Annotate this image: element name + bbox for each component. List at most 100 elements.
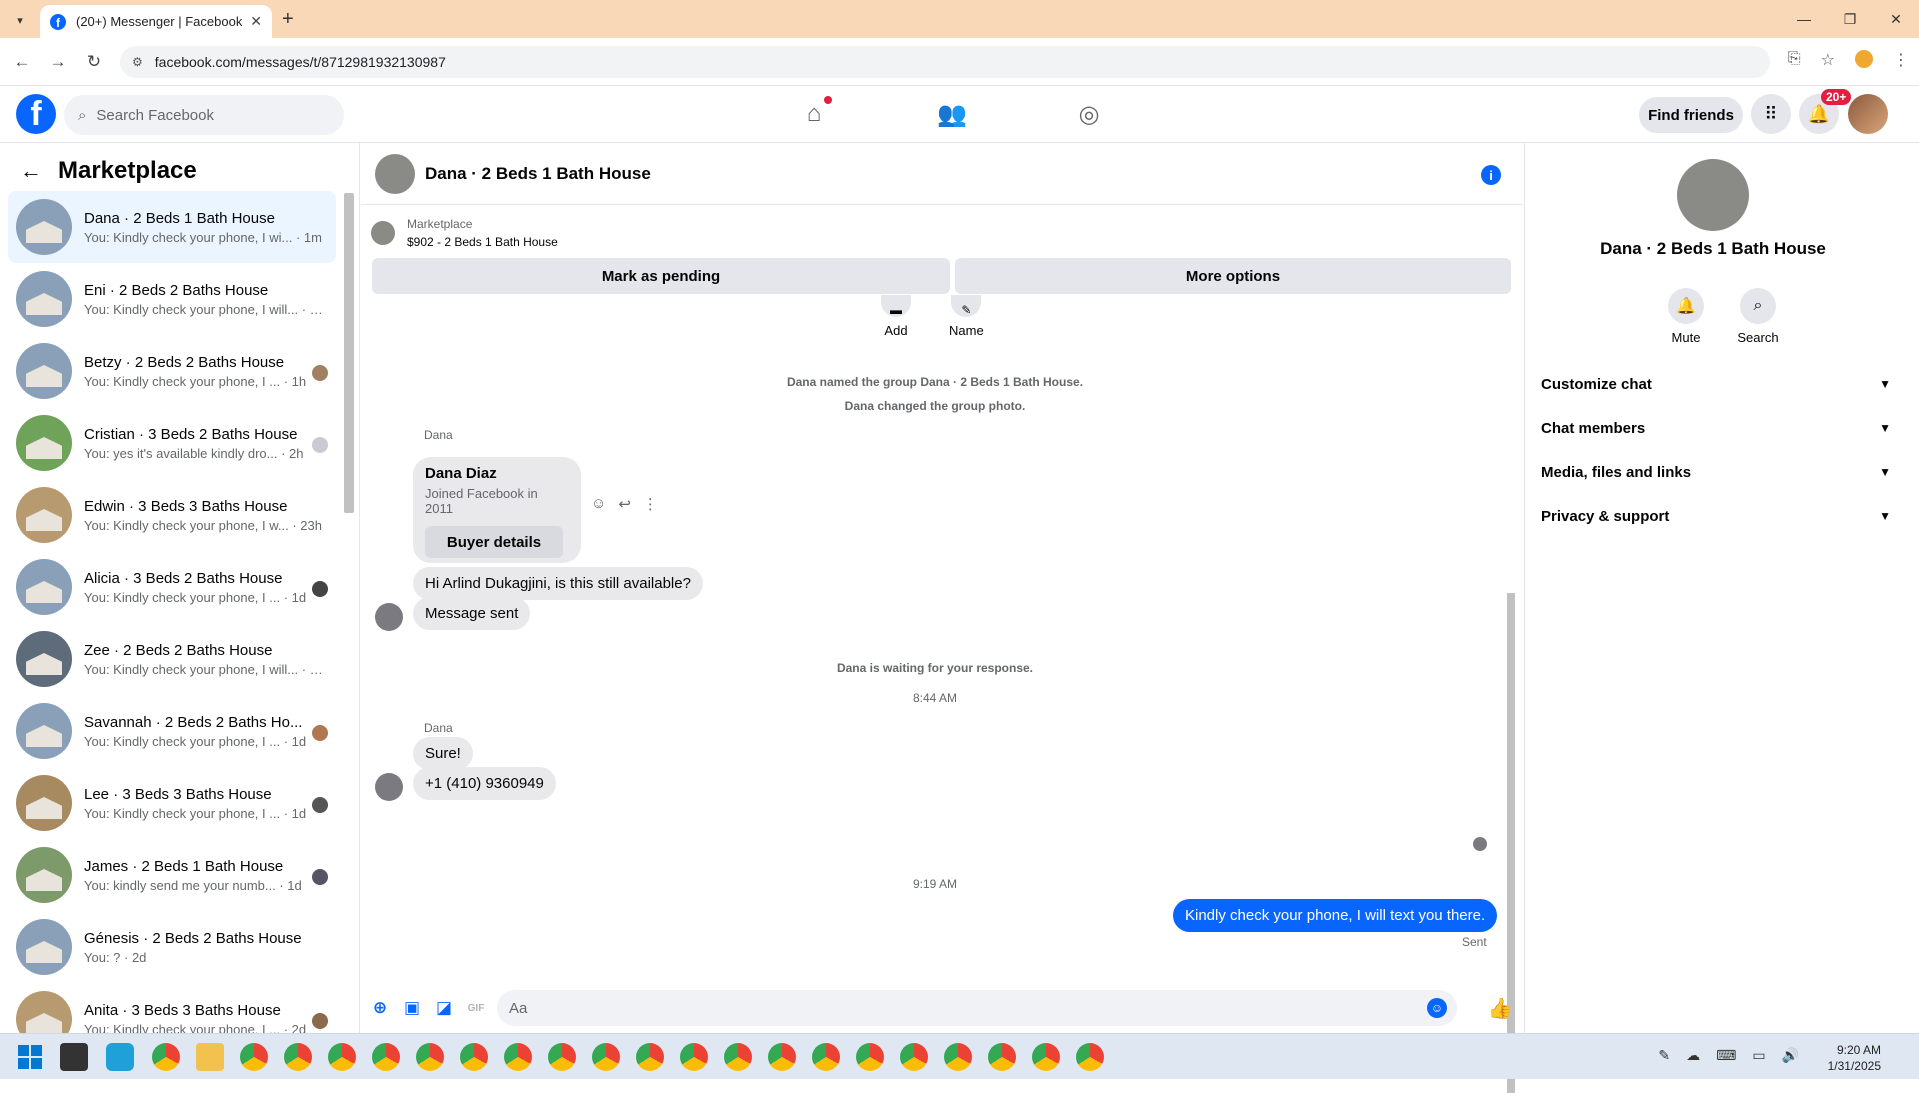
new-tab-button[interactable]: +	[282, 8, 294, 31]
chrome-app-icon[interactable]	[152, 1043, 180, 1071]
browser-profile-icon[interactable]	[1855, 50, 1873, 68]
chrome-app-icon[interactable]	[372, 1043, 400, 1071]
pen-icon[interactable]: ✎	[1658, 1047, 1670, 1064]
chrome-app-icon[interactable]	[460, 1043, 488, 1071]
conversation-item[interactable]: Eni · 2 Beds 2 Baths House You: Kindly ch…	[8, 263, 336, 335]
conversation-list-scrollbar[interactable]	[344, 193, 354, 513]
incoming-message[interactable]: Sure!	[413, 737, 473, 770]
close-tab-icon[interactable]: ✕	[250, 13, 262, 30]
cloud-icon[interactable]: ☁	[1686, 1047, 1700, 1064]
thumbs-up-icon[interactable]: 👍	[1488, 997, 1513, 1020]
plus-circle-icon[interactable]: ⊕	[369, 997, 391, 1019]
edge-app-icon[interactable]	[106, 1043, 134, 1071]
browser-menu-icon[interactable]: ⋮	[1893, 50, 1909, 70]
groups-icon[interactable]: ◎	[1069, 96, 1109, 132]
reload-icon[interactable]: ↻	[76, 52, 112, 72]
info-icon[interactable]: i	[1481, 165, 1501, 185]
find-friends-button[interactable]: Find friends	[1639, 97, 1743, 133]
system-clock[interactable]: 9:20 AM 1/31/2025	[1828, 1042, 1881, 1074]
back-icon[interactable]: ←	[4, 52, 40, 72]
chrome-app-icon[interactable]	[1032, 1043, 1060, 1071]
chrome-app-icon[interactable]	[812, 1043, 840, 1071]
react-emoji-icon[interactable]: ☺	[591, 495, 606, 513]
more-vertical-icon[interactable]: ⋮	[643, 495, 658, 513]
restore-icon[interactable]: ❐	[1827, 0, 1873, 38]
conversation-item[interactable]: James · 2 Beds 1 Bath House You: kindly s…	[8, 839, 336, 911]
conversation-item[interactable]: Zee · 2 Beds 2 Baths House You: Kindly ch…	[8, 623, 336, 695]
incoming-message[interactable]: +1 (410) 9360949	[413, 767, 556, 800]
volume-icon[interactable]: 🔊	[1782, 1047, 1799, 1064]
account-avatar[interactable]	[1848, 94, 1888, 134]
chat-scrollbar[interactable]	[1505, 453, 1515, 1093]
conversation-item[interactable]: Cristian · 3 Beds 2 Baths House You: yes …	[8, 407, 336, 479]
mute-action[interactable]: 🔔 Mute	[1656, 288, 1716, 345]
message-input[interactable]: Aa ☺	[497, 990, 1457, 1026]
tab-list-button[interactable]: ▾	[8, 8, 32, 32]
add-people-action[interactable]: ▬ Add	[881, 295, 911, 338]
chrome-app-icon[interactable]	[1076, 1043, 1104, 1071]
gif-icon[interactable]: GIF	[465, 997, 487, 1019]
outgoing-message[interactable]: Kindly check your phone, I will text you…	[1173, 899, 1498, 932]
menu-grid-icon[interactable]: ⠿	[1751, 94, 1791, 134]
chrome-app-icon[interactable]	[284, 1043, 312, 1071]
media-files-links-section[interactable]: Media, files and links ▼	[1541, 454, 1891, 490]
home-icon[interactable]: ⌂	[794, 96, 834, 132]
chrome-app-icon[interactable]	[328, 1043, 356, 1071]
chrome-app-icon[interactable]	[592, 1043, 620, 1071]
chrome-app-icon[interactable]	[768, 1043, 796, 1071]
chrome-app-icon[interactable]	[548, 1043, 576, 1071]
sender-avatar[interactable]	[375, 603, 403, 631]
chrome-app-icon[interactable]	[636, 1043, 664, 1071]
customize-chat-section[interactable]: Customize chat ▼	[1541, 366, 1891, 402]
install-app-icon[interactable]: ⎘	[1788, 50, 1801, 70]
conversation-item[interactable]: Génesis · 2 Beds 2 Baths House You: ? · 2…	[8, 911, 336, 983]
privacy-support-section[interactable]: Privacy & support ▼	[1541, 498, 1891, 534]
file-explorer-icon[interactable]	[196, 1043, 224, 1071]
conversation-item[interactable]: Alicia · 3 Beds 2 Baths House You: Kindly…	[8, 551, 336, 623]
photo-icon[interactable]: ▣	[401, 997, 423, 1019]
incoming-message[interactable]: Hi Arlind Dukagjini, is this still avail…	[413, 567, 703, 600]
bookmark-star-icon[interactable]: ☆	[1821, 50, 1835, 70]
mark-as-pending-button[interactable]: Mark as pending	[372, 258, 950, 294]
buyer-details-button[interactable]: Buyer details	[425, 526, 563, 558]
name-group-action[interactable]: ✎ Name	[949, 295, 984, 338]
chat-avatar[interactable]	[375, 153, 415, 194]
conversation-item[interactable]: Anita · 3 Beds 3 Baths House You: Kindly …	[8, 983, 336, 1033]
sender-avatar[interactable]	[375, 773, 403, 801]
conversation-item[interactable]: Betzy · 2 Beds 2 Baths House You: Kindly …	[8, 335, 336, 407]
task-view-icon[interactable]	[60, 1043, 88, 1071]
conversation-item[interactable]: Savannah · 2 Beds 2 Baths Ho... You: Kind…	[8, 695, 336, 767]
sticker-icon[interactable]: ◪	[433, 997, 455, 1019]
facebook-logo-icon[interactable]: f	[16, 94, 56, 134]
chrome-app-icon[interactable]	[944, 1043, 972, 1071]
incoming-message[interactable]: Message sent	[413, 597, 531, 630]
url-bar[interactable]: ⚙ facebook.com/messages/t/87129819321309…	[120, 46, 1770, 78]
chrome-app-icon[interactable]	[504, 1043, 532, 1071]
site-info-icon[interactable]: ⚙	[132, 55, 143, 69]
minimize-icon[interactable]: —	[1781, 0, 1827, 38]
notifications-bell-icon[interactable]: 🔔 20+	[1799, 89, 1852, 134]
chat-title[interactable]: Dana · 2 Beds 1 Bath House	[425, 164, 651, 184]
conversation-item[interactable]: Dana · 2 Beds 1 Bath House You: Kindly ch…	[8, 191, 336, 263]
browser-tab-messenger[interactable]: f (20+) Messenger | Facebook ✕	[40, 5, 272, 38]
windows-start-icon[interactable]	[18, 1045, 42, 1069]
reply-icon[interactable]: ↩	[618, 495, 631, 513]
chrome-app-icon[interactable]	[856, 1043, 884, 1071]
network-icon[interactable]: ▭	[1752, 1047, 1765, 1064]
more-options-button[interactable]: More options	[955, 258, 1511, 294]
chrome-app-icon[interactable]	[416, 1043, 444, 1071]
keyboard-icon[interactable]: ⌨	[1716, 1047, 1736, 1064]
chrome-app-icon[interactable]	[900, 1043, 928, 1071]
chat-members-section[interactable]: Chat members ▼	[1541, 410, 1891, 446]
chrome-app-icon[interactable]	[724, 1043, 752, 1071]
search-conversation-action[interactable]: ⌕ Search	[1728, 288, 1788, 345]
friends-icon[interactable]: 👥	[932, 96, 972, 132]
conversation-item[interactable]: Edwin · 3 Beds 3 Baths House You: Kindly …	[8, 479, 336, 551]
back-arrow-icon[interactable]: ←	[20, 158, 42, 184]
chrome-app-icon[interactable]	[680, 1043, 708, 1071]
chrome-app-icon[interactable]	[988, 1043, 1016, 1071]
facebook-search-input[interactable]: ⌕ Search Facebook	[64, 95, 344, 135]
emoji-icon[interactable]: ☺	[1427, 998, 1447, 1018]
marketplace-listing-bar[interactable]: Marketplace $902 - 2 Beds 1 Bath House	[371, 215, 558, 251]
conversation-item[interactable]: Lee · 3 Beds 3 Baths House You: Kindly ch…	[8, 767, 336, 839]
